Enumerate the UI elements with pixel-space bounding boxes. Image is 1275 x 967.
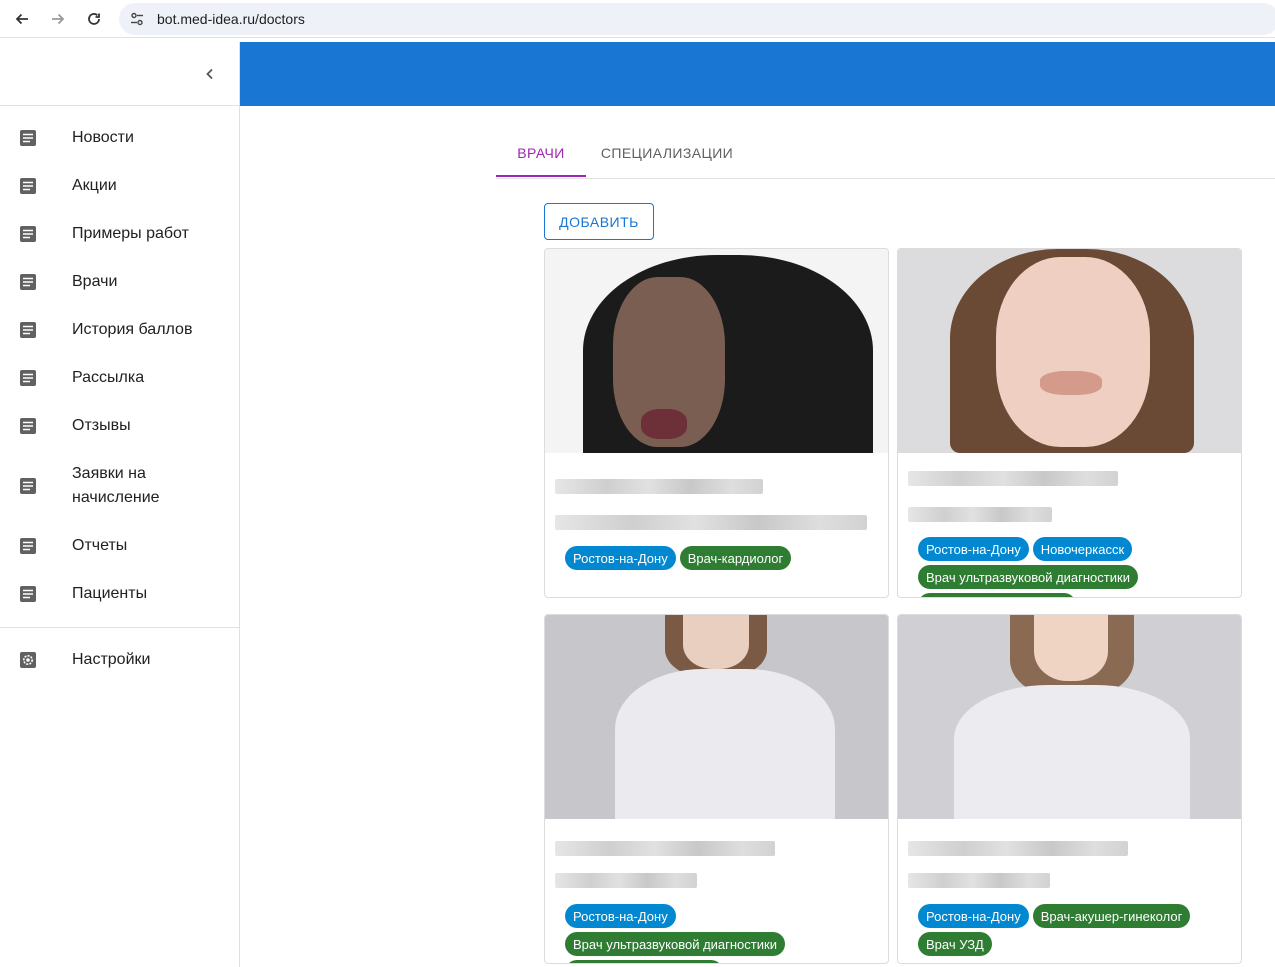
sidebar-item-work-examples[interactable]: Примеры работ [0,210,239,258]
sidebar: Новости Акции Примеры работ Врачи Истори… [0,42,240,967]
chip-list: Ростов-на-Дону Врач ультразвуковой диагн… [565,904,885,963]
specialty-chip: Врач УЗД [918,932,992,956]
chip-list: Ростов-на-Дону Врач-кардиолог [565,546,885,570]
specialty-chip: Врач ультразвуковой диагностики [918,565,1138,589]
sidebar-item-news[interactable]: Новости [0,114,239,162]
address-bar[interactable]: bot.med-idea.ru/doctors [119,3,1275,35]
blurred-subtitle [555,515,867,530]
sidebar-item-label: Заявки на начисление [72,465,160,506]
doctor-card[interactable]: Ростов-на-Дону Врач ультразвуковой диагн… [544,614,889,964]
sidebar-item-label: Врачи [72,273,118,290]
specialty-chip-clipped [918,593,1076,597]
sidebar-item-label: Пациенты [72,585,148,602]
sidebar-item-patients[interactable]: Пациенты [0,570,239,618]
specialty-chip: Врач-кардиолог [679,546,792,570]
blurred-subtitle [555,873,697,888]
sidebar-item-accrual-requests[interactable]: Заявки на начисление [0,450,239,522]
sidebar-item-points-history[interactable]: История баллов [0,306,239,354]
chevron-left-icon[interactable] [199,63,221,85]
sidebar-item-label: Примеры работ [72,225,189,242]
blurred-subtitle [908,507,1052,522]
doctor-photo [898,249,1241,453]
document-icon [18,128,38,148]
document-icon [18,416,38,436]
sidebar-item-label: Настройки [72,651,151,668]
tab-indicator [496,175,586,177]
app-bar [240,42,1275,106]
city-chip: Ростов-на-Дону [918,904,1029,928]
doctor-card[interactable]: Ростов-на-Дону Врач-акушер-гинеколог Вра… [897,614,1242,964]
document-icon [18,224,38,244]
sidebar-divider [0,627,239,628]
document-icon [18,320,38,340]
document-icon [18,272,38,292]
url-text: bot.med-idea.ru/doctors [157,11,305,27]
sidebar-item-label: Новости [72,129,134,146]
specialty-chip: Врач-акушер-гинеколог [1032,904,1191,928]
city-chip: Ростов-на-Дону [565,546,676,570]
specialty-chip: Врач ультразвуковой диагностики [565,932,785,956]
document-icon [18,476,38,496]
doctor-card[interactable]: Ростов-на-Дону Врач-кардиолог [544,248,889,598]
city-chip: Ростов-на-Дону [565,904,676,928]
sidebar-item-label: Отчеты [72,537,128,554]
sidebar-item-doctors[interactable]: Врачи [0,258,239,306]
sidebar-item-reviews[interactable]: Отзывы [0,402,239,450]
document-icon [18,536,38,556]
blurred-subtitle [908,873,1050,888]
doctor-photo [898,615,1241,819]
sidebar-item-reports[interactable]: Отчеты [0,522,239,570]
blurred-name [908,471,1118,486]
city-chip: Ростов-на-Дону [918,537,1029,561]
blurred-name [555,841,775,856]
gear-icon [18,650,38,670]
specialty-chip-clipped [565,960,723,963]
sidebar-header [0,42,239,106]
doctor-card[interactable]: Ростов-на-Дону Новочеркасск Врач ультраз… [897,248,1242,598]
tab-doctors[interactable]: ВРАЧИ [496,129,586,177]
sidebar-item-label: Акции [72,177,117,194]
sidebar-menu: Новости Акции Примеры работ Врачи Истори… [0,106,239,684]
sidebar-item-label: История баллов [72,321,193,338]
chip-list: Ростов-на-Дону Врач-акушер-гинеколог Вра… [918,904,1238,956]
reload-icon[interactable] [82,8,106,30]
blurred-name [908,841,1128,856]
back-arrow-icon[interactable] [10,8,34,30]
sidebar-item-label: Отзывы [72,417,131,434]
forward-arrow-icon[interactable] [46,8,70,30]
document-icon [18,368,38,388]
city-chip: Новочеркасск [1032,537,1133,561]
document-icon [18,584,38,604]
sidebar-item-mailing[interactable]: Рассылка [0,354,239,402]
document-icon [18,176,38,196]
tab-specializations[interactable]: СПЕЦИАЛИЗАЦИИ [586,129,748,177]
browser-toolbar: bot.med-idea.ru/doctors [0,0,1275,38]
add-button[interactable]: ДОБАВИТЬ [544,203,654,240]
chip-list: Ростов-на-Дону Новочеркасск Врач ультраз… [918,537,1238,597]
doctor-photo [545,615,888,819]
sidebar-item-promotions[interactable]: Акции [0,162,239,210]
sidebar-item-label: Рассылка [72,369,145,386]
sidebar-item-settings[interactable]: Настройки [0,636,239,684]
doctor-photo [545,249,888,453]
blurred-name [555,479,763,494]
site-settings-icon[interactable] [129,11,145,27]
tab-bar: ВРАЧИ СПЕЦИАЛИЗАЦИИ [496,129,1275,179]
